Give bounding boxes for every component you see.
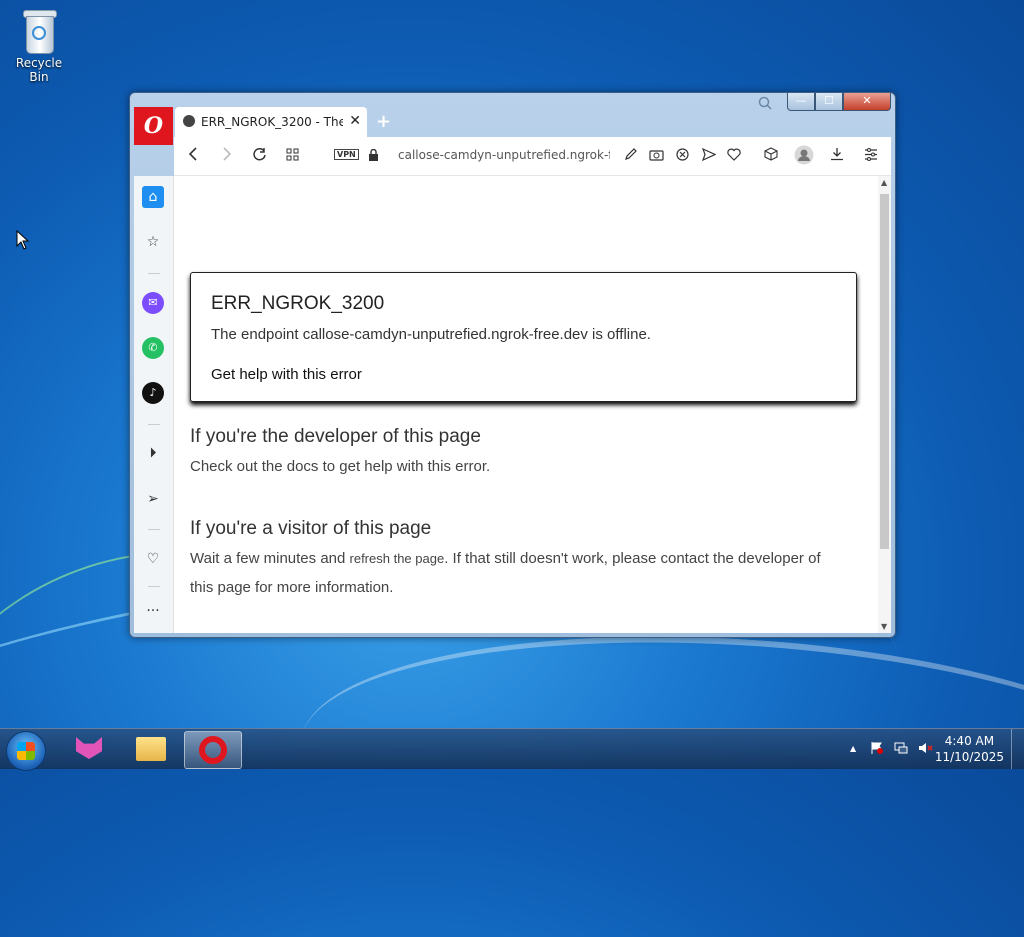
- sidebar-item-tiktok[interactable]: ♪: [142, 382, 164, 404]
- volume-muted-icon[interactable]: [918, 741, 933, 758]
- easy-setup-menu-icon[interactable]: [864, 147, 878, 165]
- page-content: ERR_NGROK_3200 The endpoint callose-camd…: [174, 176, 878, 633]
- help-link[interactable]: Get help with this error: [211, 366, 362, 383]
- lock-icon[interactable]: [368, 148, 379, 166]
- vpn-badge[interactable]: VPN: [334, 149, 359, 160]
- browser-titlebar: O ERR_NGROK_3200 - The endpoint ✕ + — ☐ …: [130, 93, 895, 145]
- opera-sidebar: ⌂ ☆ ✉ ✆ ♪ ⏵ ➢ ♡ ···: [134, 176, 174, 633]
- close-window-button[interactable]: ✕: [843, 93, 891, 111]
- browser-toolbar: VPN callose-camdyn-unputrefied.ngrok-fr: [174, 137, 891, 176]
- download-icon[interactable]: [830, 147, 844, 165]
- scroll-up-arrow-icon[interactable]: ▲: [881, 178, 887, 187]
- address-bar[interactable]: callose-camdyn-unputrefied.ngrok-fr: [398, 148, 610, 162]
- sidebar-divider: [148, 273, 160, 274]
- profile-avatar-icon[interactable]: [794, 145, 814, 169]
- sidebar-divider: [148, 424, 160, 425]
- forward-button[interactable]: [222, 147, 232, 165]
- taskbar-app-pink-fox[interactable]: [60, 731, 116, 767]
- sidebar-item-whatsapp[interactable]: ✆: [142, 337, 164, 359]
- browser-window: O ERR_NGROK_3200 - The endpoint ✕ + — ☐ …: [129, 92, 896, 638]
- vertical-scrollbar[interactable]: ▲ ▼: [878, 176, 891, 633]
- sidebar-more-button[interactable]: ···: [142, 600, 164, 622]
- reload-button[interactable]: [252, 147, 267, 166]
- developer-heading: If you're the developer of this page: [190, 426, 481, 447]
- sidebar-item-player[interactable]: ⏵: [142, 442, 164, 464]
- globe-icon: [183, 115, 195, 127]
- opera-menu-button[interactable]: O: [134, 107, 173, 145]
- windows-logo-icon: [17, 742, 35, 760]
- maximize-button[interactable]: ☐: [815, 93, 843, 111]
- tab-active[interactable]: ERR_NGROK_3200 - The endpoint ✕: [175, 107, 367, 137]
- system-clock[interactable]: 4:40 AM 11/10/2025: [935, 733, 1004, 765]
- sidebar-divider: [148, 586, 160, 587]
- system-tray: ▲ 4:40 AM 11/10/2025: [844, 729, 1024, 769]
- new-tab-button[interactable]: +: [376, 111, 391, 132]
- sidebar-item-home[interactable]: ⌂: [142, 186, 164, 208]
- visitor-text: Wait a few minutes and refresh the page.…: [190, 544, 840, 602]
- back-button[interactable]: [188, 147, 198, 165]
- refresh-link[interactable]: refresh the page: [350, 551, 445, 566]
- window-controls: — ☐ ✕: [787, 93, 891, 111]
- start-button[interactable]: [6, 731, 46, 771]
- sidebar-item-favorites[interactable]: ♡: [142, 548, 164, 570]
- block-icon[interactable]: [676, 147, 689, 165]
- recycle-bin-desktop-icon[interactable]: Recycle Bin: [6, 6, 72, 84]
- minimize-button[interactable]: —: [787, 93, 815, 111]
- tab-close-button[interactable]: ✕: [349, 113, 361, 129]
- visitor-text-part: Wait a few minutes and: [190, 550, 350, 567]
- tab-title: ERR_NGROK_3200 - The endpoint: [201, 115, 343, 129]
- recycle-bin-label: Recycle Bin: [15, 56, 63, 84]
- scrollbar-thumb[interactable]: [880, 194, 889, 549]
- taskbar-app-opera[interactable]: [184, 731, 242, 769]
- show-desktop-button[interactable]: [1011, 729, 1024, 769]
- show-hidden-icons-button[interactable]: ▲: [850, 744, 856, 753]
- tabs-grid-icon[interactable]: [286, 147, 299, 165]
- taskbar-app-file-explorer[interactable]: [122, 731, 178, 767]
- extensions-cube-icon[interactable]: [764, 147, 778, 165]
- opera-icon: [199, 736, 227, 764]
- folder-icon: [136, 737, 166, 761]
- developer-text: Check out the docs to get help with this…: [190, 458, 491, 475]
- error-message: The endpoint callose-camdyn-unputrefied.…: [211, 326, 651, 343]
- scroll-down-arrow-icon[interactable]: ▼: [881, 622, 887, 631]
- send-icon[interactable]: [701, 147, 717, 165]
- error-code: ERR_NGROK_3200: [211, 293, 385, 314]
- network-icon[interactable]: [894, 741, 908, 758]
- heart-icon[interactable]: [727, 147, 741, 165]
- recycle-bin-icon: [21, 8, 57, 54]
- camera-icon[interactable]: [649, 147, 664, 165]
- sidebar-item-messenger[interactable]: ✉: [142, 292, 164, 314]
- taskbar: ▲ 4:40 AM 11/10/2025: [0, 728, 1024, 771]
- clock-time: 4:40 AM: [944, 734, 995, 748]
- visitor-heading: If you're a visitor of this page: [190, 518, 432, 539]
- action-center-flag-icon[interactable]: [870, 741, 884, 758]
- edit-icon[interactable]: [624, 147, 638, 165]
- search-tabs-icon[interactable]: [758, 96, 772, 114]
- error-card: ERR_NGROK_3200 The endpoint callose-camd…: [190, 272, 857, 402]
- sidebar-divider: [148, 529, 160, 530]
- fox-app-icon: [76, 737, 102, 759]
- clock-date: 11/10/2025: [934, 750, 1004, 764]
- sidebar-item-send[interactable]: ➢: [142, 488, 164, 510]
- sidebar-item-bookmarks[interactable]: ☆: [142, 231, 164, 253]
